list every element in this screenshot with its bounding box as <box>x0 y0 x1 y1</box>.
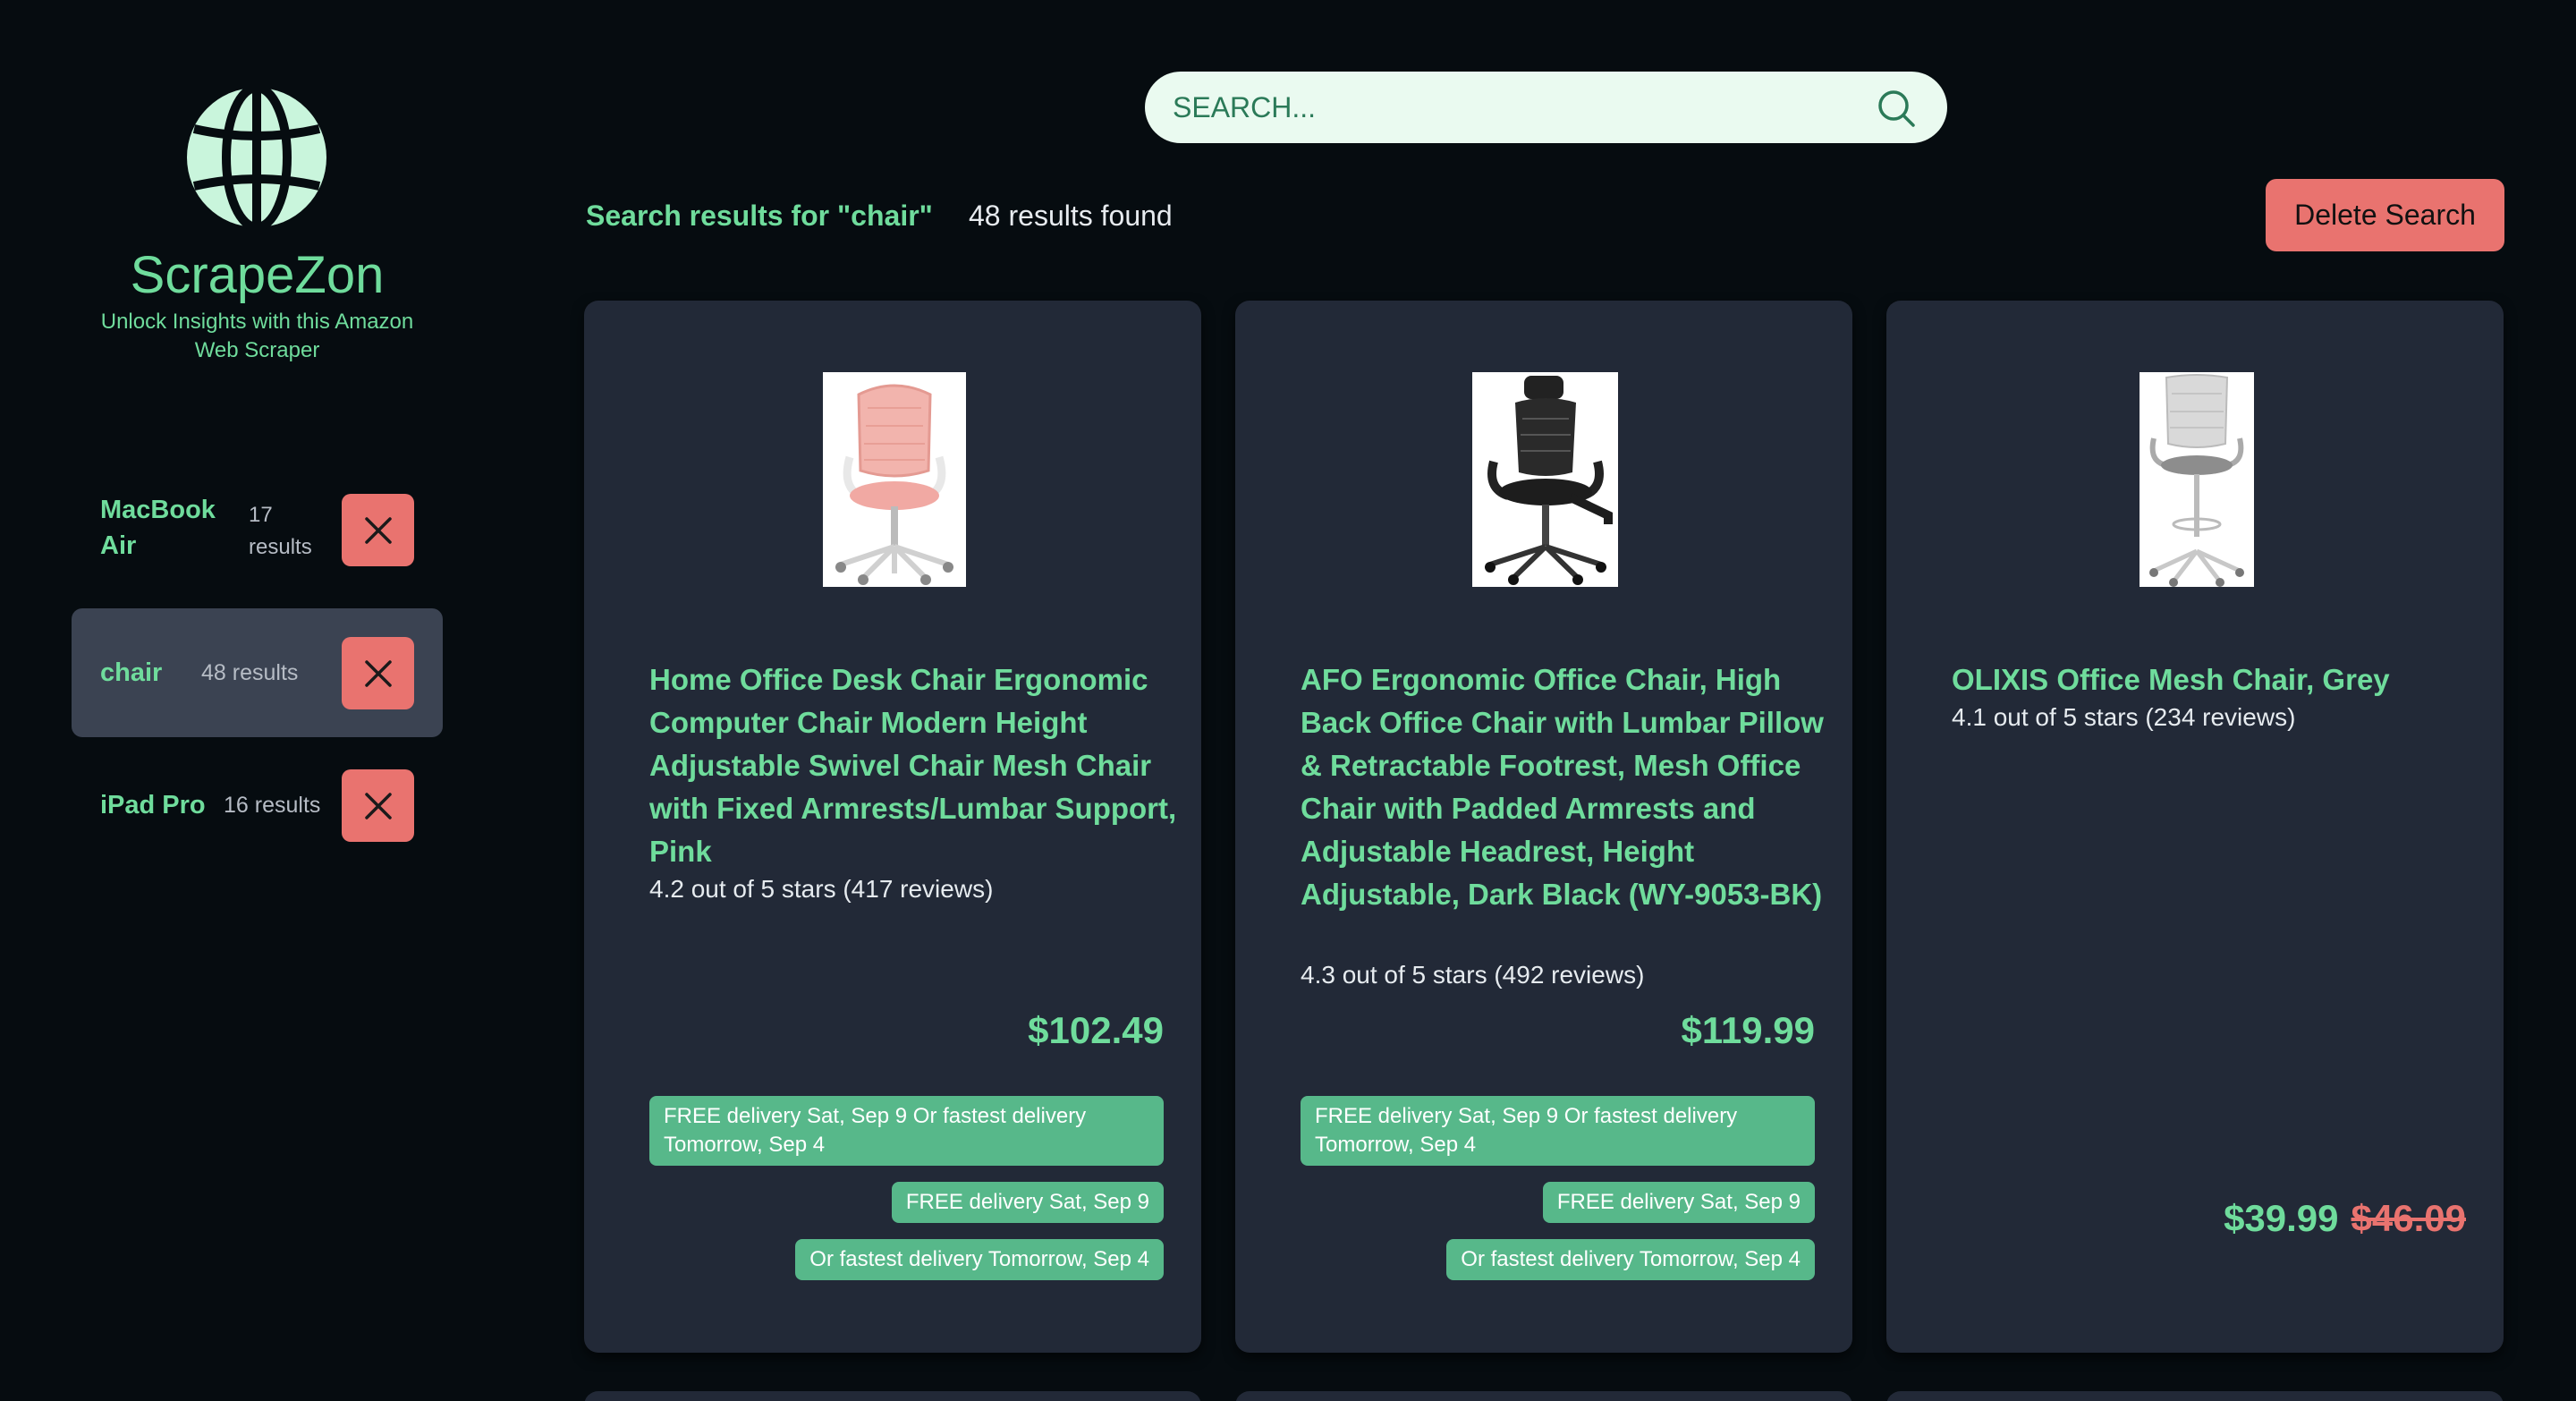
close-icon <box>364 516 392 544</box>
search-input[interactable] <box>1173 81 1852 134</box>
history-item-count: 17 results <box>249 503 312 559</box>
globe-logo-icon <box>187 86 326 229</box>
pink-office-chair-image <box>823 372 966 587</box>
results-count: 48 results found <box>969 200 1173 232</box>
history-item-label: iPad Pro <box>100 791 206 819</box>
search-icon[interactable] <box>1876 88 1917 129</box>
search-history-list: MacBook Air 17 results chair 48 results <box>72 476 443 873</box>
product-title[interactable]: AFO Ergonomic Office Chair, High Back Of… <box>1301 658 1828 916</box>
close-icon <box>364 659 392 687</box>
product-price: $119.99 <box>1681 1009 1815 1051</box>
product-price: $102.49 <box>1028 1009 1164 1051</box>
delivery-badge: FREE delivery Sat, Sep 9 Or fastest deli… <box>649 1096 1164 1166</box>
product-title[interactable]: OLIXIS Office Mesh Chair, Grey <box>1952 658 2479 701</box>
delivery-badge: Or fastest delivery Tomorrow, Sep 4 <box>795 1239 1164 1280</box>
product-card[interactable]: Home Office Desk Chair Ergonomic Compute… <box>584 301 1201 1353</box>
history-item-macbook-air[interactable]: MacBook Air 17 results <box>72 476 443 583</box>
product-card[interactable]: AFO Ergonomic Office Chair, High Back Of… <box>1235 301 1852 1353</box>
product-rating: 4.2 out of 5 stars (417 reviews) <box>649 875 994 903</box>
app: ScrapeZon Unlock Insights with this Amaz… <box>0 0 2576 1401</box>
brand-title: ScrapeZon <box>130 246 385 304</box>
delivery-badge: FREE delivery Sat, Sep 9 <box>1542 1182 1815 1223</box>
product-image[interactable] <box>2140 372 2254 587</box>
results-heading: Search results for "chair" <box>586 200 933 232</box>
product-rating: 4.1 out of 5 stars (234 reviews) <box>1952 703 2296 731</box>
delivery-badge: Or fastest delivery Tomorrow, Sep 4 <box>1446 1239 1815 1280</box>
product-rating: 4.3 out of 5 stars (492 reviews) <box>1301 961 1645 989</box>
delete-history-button[interactable] <box>342 494 414 566</box>
history-item-label: MacBook Air <box>100 496 216 560</box>
product-price-group: $39.99 $46.09 <box>2224 1195 2466 1242</box>
history-item-count: 48 results <box>201 660 299 685</box>
product-old-price: $46.09 <box>2351 1197 2466 1239</box>
history-item-chair[interactable]: chair 48 results <box>72 608 443 737</box>
product-price: $39.99 <box>2224 1197 2339 1239</box>
brand-tagline: Unlock Insights with this Amazon Web Scr… <box>100 310 414 362</box>
product-card[interactable]: OLIXIS Office Mesh Chair, Grey 4.1 out o… <box>1886 301 2504 1353</box>
delete-search-button[interactable]: Delete Search <box>2266 179 2504 251</box>
product-card[interactable] <box>584 1391 1201 1401</box>
delivery-badge: FREE delivery Sat, Sep 9 <box>891 1182 1164 1223</box>
history-item-count: 16 results <box>224 793 321 818</box>
delete-history-button[interactable] <box>342 637 414 709</box>
search-bar <box>1145 72 1947 143</box>
product-card[interactable] <box>1886 1391 2504 1401</box>
product-title[interactable]: Home Office Desk Chair Ergonomic Compute… <box>649 658 1177 873</box>
product-image[interactable] <box>1472 372 1618 587</box>
history-item-ipad-pro[interactable]: iPad Pro 16 results <box>72 751 443 859</box>
black-office-chair-image <box>1472 372 1618 587</box>
grey-mesh-chair-image <box>2140 372 2254 587</box>
product-image[interactable] <box>823 372 966 587</box>
sidebar: ScrapeZon Unlock Insights with this Amaz… <box>0 0 514 1401</box>
delivery-badge: FREE delivery Sat, Sep 9 Or fastest deli… <box>1301 1096 1815 1166</box>
delete-history-button[interactable] <box>342 769 414 842</box>
close-icon <box>364 792 392 819</box>
product-card[interactable] <box>1235 1391 1852 1401</box>
history-item-label: chair <box>100 658 163 687</box>
